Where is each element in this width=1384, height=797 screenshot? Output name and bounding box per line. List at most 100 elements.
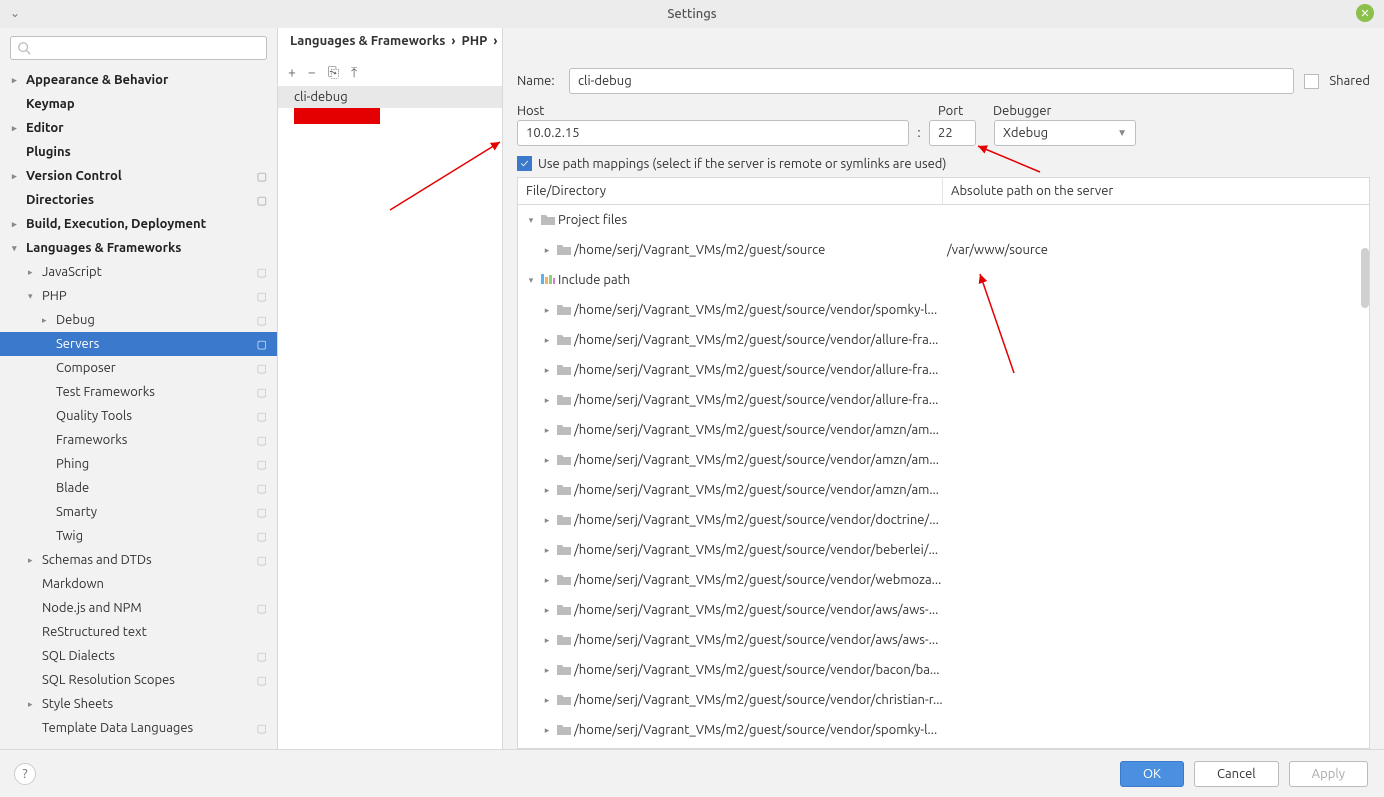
mapping-row[interactable]: ▸/home/serj/Vagrant_VMs/m2/guest/source/… [518,565,1369,595]
mapping-path: /home/serj/Vagrant_VMs/m2/guest/source/v… [574,573,941,587]
sidebar-item-label: Keymap [26,97,75,111]
sidebar-item-plugins[interactable]: Plugins [0,140,277,164]
mapping-path: /home/serj/Vagrant_VMs/m2/guest/source [574,243,825,257]
sidebar-item-schemas-and-dtds[interactable]: ▸Schemas and DTDs▢ [0,548,277,572]
mapping-row[interactable]: ▸/home/serj/Vagrant_VMs/m2/guest/source/… [518,295,1369,325]
sidebar-item-smarty[interactable]: Smarty▢ [0,500,277,524]
breadcrumb-a[interactable]: Languages & Frameworks [290,34,445,48]
window-title: Settings [667,7,716,21]
close-icon[interactable]: ✕ [1356,4,1374,22]
search-icon [17,41,31,55]
sidebar-item-template-data-languages[interactable]: Template Data Languages▢ [0,716,277,740]
mapping-row[interactable]: ▸/home/serj/Vagrant_VMs/m2/guest/source/… [518,625,1369,655]
tree-arrow-icon: ▾ [524,215,538,226]
host-label: Host [517,104,938,118]
sidebar-item-sql-resolution-scopes[interactable]: SQL Resolution Scopes▢ [0,668,277,692]
mapping-row[interactable]: ▸/home/serj/Vagrant_VMs/m2/guest/source/… [518,505,1369,535]
apply-button[interactable]: Apply [1289,761,1368,787]
project-scope-icon: ▢ [257,386,267,399]
copy-icon[interactable]: ⎘ [328,64,339,81]
project-scope-icon: ▢ [257,194,267,207]
sidebar-item-label: Phing [56,457,89,471]
sidebar-item-debug[interactable]: ▸Debug▢ [0,308,277,332]
mapping-path: /home/serj/Vagrant_VMs/m2/guest/source/v… [574,663,940,677]
col-absolute-path[interactable]: Absolute path on the server [943,178,1369,204]
sidebar-item-directories[interactable]: Directories▢ [0,188,277,212]
help-button[interactable]: ? [14,763,36,785]
import-icon[interactable]: ⤒ [351,64,357,81]
sidebar-item-test-frameworks[interactable]: Test Frameworks▢ [0,380,277,404]
tree-arrow-icon: ▸ [540,725,554,736]
servers-list-item[interactable]: cli-debug [278,86,502,108]
add-icon[interactable]: + [288,64,296,80]
sidebar-item-phing[interactable]: Phing▢ [0,452,277,476]
mapping-row[interactable]: ▸/home/serj/Vagrant_VMs/m2/guest/source/… [518,715,1369,745]
use-path-mappings-checkbox[interactable]: ✓ Use path mappings (select if the serve… [517,156,947,171]
mapping-row[interactable]: ▸/home/serj/Vagrant_VMs/m2/guest/source/… [518,235,1369,265]
mapping-row[interactable]: ▸/home/serj/Vagrant_VMs/m2/guest/source/… [518,355,1369,385]
port-input[interactable]: 22 [929,120,976,146]
mapping-path: /home/serj/Vagrant_VMs/m2/guest/source/v… [574,603,938,617]
mapping-row[interactable]: ▸/home/serj/Vagrant_VMs/m2/guest/source/… [518,325,1369,355]
folder-icon [556,482,570,499]
sidebar-item-markdown[interactable]: Markdown [0,572,277,596]
mapping-row[interactable]: ▸/home/serj/Vagrant_VMs/m2/guest/source/… [518,535,1369,565]
tree-arrow-icon: ▾ [524,275,538,286]
mapping-row[interactable]: ▸/home/serj/Vagrant_VMs/m2/guest/source/… [518,595,1369,625]
scrollbar-thumb[interactable] [1361,248,1369,308]
sidebar-item-composer[interactable]: Composer▢ [0,356,277,380]
mapping-row[interactable]: ▸/home/serj/Vagrant_VMs/m2/guest/source/… [518,685,1369,715]
mapping-row[interactable]: ▾Project files [518,205,1369,235]
mapping-row[interactable]: ▸/home/serj/Vagrant_VMs/m2/guest/source/… [518,445,1369,475]
sidebar-item-label: Style Sheets [42,697,113,711]
sidebar-item-style-sheets[interactable]: ▸Style Sheets [0,692,277,716]
sidebar-item-appearance-behavior[interactable]: ▸Appearance & Behavior [0,68,277,92]
mappings-table-body[interactable]: ▾Project files▸/home/serj/Vagrant_VMs/m2… [517,205,1370,749]
debugger-select[interactable]: Xdebug ▼ [994,120,1136,146]
folder-icon [556,302,570,319]
cancel-button[interactable]: Cancel [1194,761,1279,787]
remove-icon[interactable]: − [308,64,316,80]
sidebar-item-javascript[interactable]: ▸JavaScript▢ [0,260,277,284]
shared-checkbox[interactable]: Shared [1304,74,1370,89]
mapping-absolute-path[interactable]: /var/www/source [943,243,1369,257]
mapping-row[interactable]: ▸/home/serj/Vagrant_VMs/m2/guest/source/… [518,385,1369,415]
sidebar-item-build-execution-deployment[interactable]: ▸Build, Execution, Deployment [0,212,277,236]
sidebar-item-label: Version Control [26,169,122,183]
sidebar-item-twig[interactable]: Twig▢ [0,524,277,548]
sidebar-item-restructured-text[interactable]: ReStructured text [0,620,277,644]
sidebar-item-languages-frameworks[interactable]: ▾Languages & Frameworks [0,236,277,260]
sidebar-item-php[interactable]: ▾PHP▢ [0,284,277,308]
tree-arrow-icon: ▾ [28,291,38,302]
folder-icon [556,512,570,529]
port-label: Port [938,104,993,118]
host-input[interactable]: 10.0.2.15 [517,120,909,146]
tree-arrow-icon: ▸ [28,555,38,566]
sidebar-item-label: SQL Dialects [42,649,115,663]
sidebar-item-label: Build, Execution, Deployment [26,217,206,231]
mapping-row[interactable]: ▸/home/serj/Vagrant_VMs/m2/guest/source/… [518,415,1369,445]
window-menu-icon[interactable]: ⌄ [10,6,20,20]
name-input[interactable]: cli-debug [569,68,1294,94]
tree-arrow-icon: ▸ [540,395,554,406]
search-input[interactable] [10,36,267,60]
sidebar-item-sql-dialects[interactable]: SQL Dialects▢ [0,644,277,668]
ok-button[interactable]: OK [1120,761,1184,787]
redacted-item[interactable] [294,108,380,124]
col-file-directory[interactable]: File/Directory [518,178,943,204]
tree-arrow-icon: ▸ [540,515,554,526]
sidebar-item-quality-tools[interactable]: Quality Tools▢ [0,404,277,428]
folder-icon [556,572,570,589]
mapping-row[interactable]: ▸/home/serj/Vagrant_VMs/m2/guest/source/… [518,475,1369,505]
sidebar-item-servers[interactable]: Servers▢ [0,332,277,356]
mapping-row[interactable]: ▾Include path [518,265,1369,295]
sidebar-item-version-control[interactable]: ▸Version Control▢ [0,164,277,188]
sidebar-item-editor[interactable]: ▸Editor [0,116,277,140]
breadcrumb-b[interactable]: PHP [462,34,488,48]
sidebar-item-keymap[interactable]: Keymap [0,92,277,116]
sidebar-item-frameworks[interactable]: Frameworks▢ [0,428,277,452]
sidebar-item-node-js-and-npm[interactable]: Node.js and NPM▢ [0,596,277,620]
mapping-row[interactable]: ▸/home/serj/Vagrant_VMs/m2/guest/source/… [518,655,1369,685]
sidebar-item-blade[interactable]: Blade▢ [0,476,277,500]
chevron-right-icon: › [493,34,497,48]
